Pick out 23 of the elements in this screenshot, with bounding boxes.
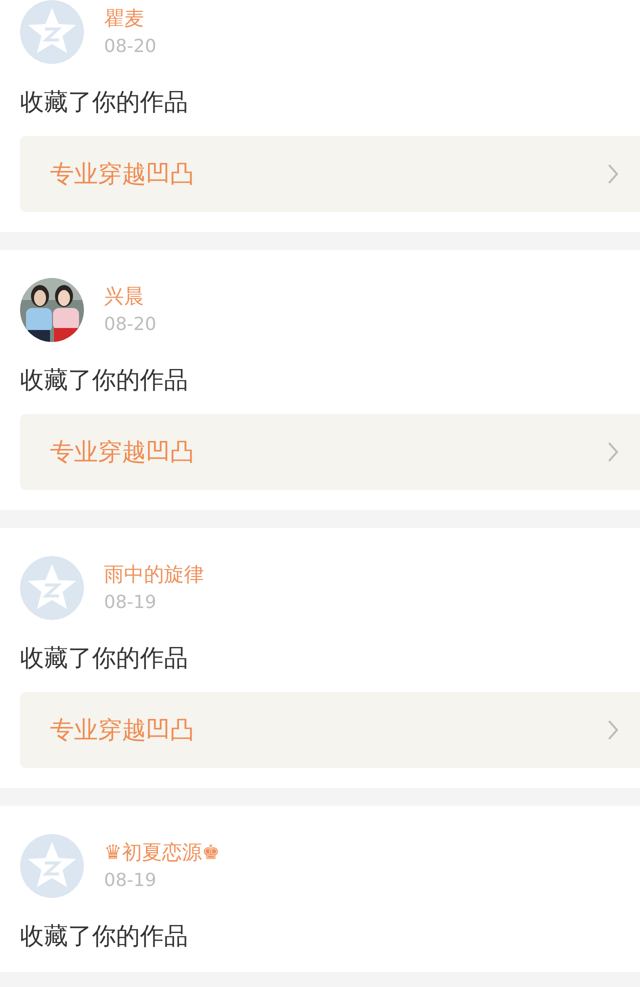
message: 收藏了你的作品 bbox=[20, 921, 189, 952]
user-name[interactable]: ♛初夏恋源♚ bbox=[104, 839, 220, 865]
user-name[interactable]: 雨中的旋律 bbox=[104, 561, 204, 587]
user-name[interactable]: 兴晨 bbox=[104, 283, 156, 309]
date: 08-20 bbox=[104, 35, 156, 59]
chevron-right-icon bbox=[606, 718, 620, 742]
work-link[interactable]: 专业穿越凹凸 bbox=[20, 414, 640, 490]
work-title: 专业穿越凹凸 bbox=[50, 159, 194, 190]
user-name[interactable]: 瞿麦 bbox=[104, 5, 156, 31]
date: 08-20 bbox=[104, 313, 156, 337]
work-link[interactable]: 专业穿越凹凸 bbox=[20, 136, 640, 212]
work-link[interactable]: 专业穿越凹凸 bbox=[20, 692, 640, 768]
message: 收藏了你的作品 bbox=[20, 87, 189, 118]
work-title: 专业穿越凹凸 bbox=[50, 437, 194, 468]
message: 收藏了你的作品 bbox=[20, 643, 189, 674]
date: 08-19 bbox=[104, 869, 158, 893]
chevron-right-icon bbox=[606, 162, 620, 186]
chevron-right-icon bbox=[606, 440, 620, 464]
message: 收藏了你的作品 bbox=[20, 365, 189, 396]
work-title: 专业穿越凹凸 bbox=[50, 715, 194, 746]
default-avatar-icon bbox=[20, 834, 84, 898]
default-avatar-icon bbox=[20, 556, 84, 620]
date: 08-19 bbox=[104, 591, 158, 615]
